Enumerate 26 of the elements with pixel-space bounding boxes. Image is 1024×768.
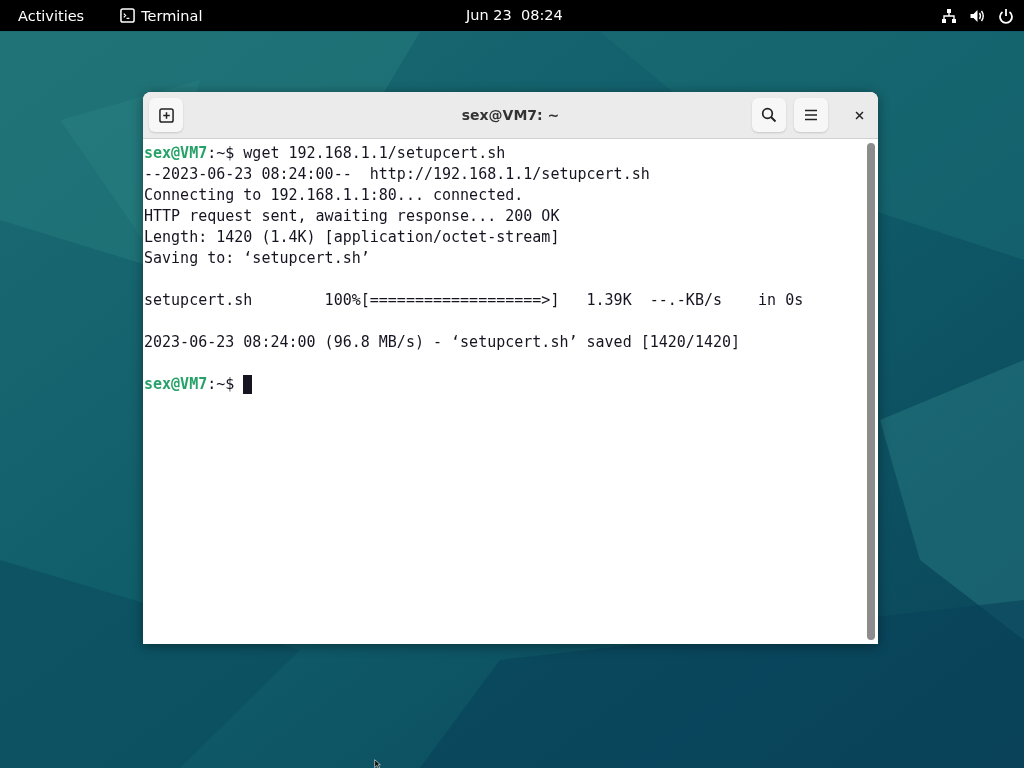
- search-icon: [761, 107, 777, 123]
- plus-box-icon: [158, 107, 174, 123]
- close-icon: [853, 109, 865, 121]
- terminal-icon: [120, 8, 136, 23]
- menu-button[interactable]: [794, 98, 828, 132]
- output-line: Connecting to 192.168.1.1:80... connected.: [144, 185, 524, 206]
- app-menu[interactable]: Terminal: [120, 7, 203, 24]
- output-line: Length: 1420 (1.4K) [application/octet-stream]: [144, 227, 560, 248]
- search-button[interactable]: [752, 98, 786, 132]
- output-line: 2023-06-23 08:24:00 (96.8 MB/s) - ‘setupcert.sh’ saved [1420/1420]: [144, 332, 741, 353]
- output-line: HTTP request sent, awaiting response... 200 OK: [144, 206, 560, 227]
- network-icon[interactable]: [941, 7, 957, 24]
- prompt-line: sex@VM7:~$ wget 192.168.1.1/setupcert.sh: [144, 143, 506, 164]
- volume-icon[interactable]: [969, 7, 986, 24]
- pointer-icon: [373, 759, 382, 768]
- new-tab-button[interactable]: [149, 98, 183, 132]
- activities-button[interactable]: Activities: [18, 7, 85, 24]
- window-title: sex@VM7: ~: [461, 107, 560, 123]
- output-line: --2023-06-23 08:24:00-- http://192.168.1.1/setupcert.sh: [144, 164, 650, 185]
- output-line: setupcert.sh 100%[===================>] 1.39K --.-KB/s in 0s: [144, 290, 804, 311]
- clock[interactable]: Jun 23 08:24: [466, 7, 563, 23]
- prompt-line: sex@VM7:~$: [144, 374, 235, 395]
- power-icon[interactable]: [998, 7, 1014, 24]
- menu-icon: [803, 107, 819, 123]
- output-line: Saving to: ‘setupcert.sh’: [144, 248, 370, 269]
- scrollbar-thumb[interactable]: [867, 143, 875, 640]
